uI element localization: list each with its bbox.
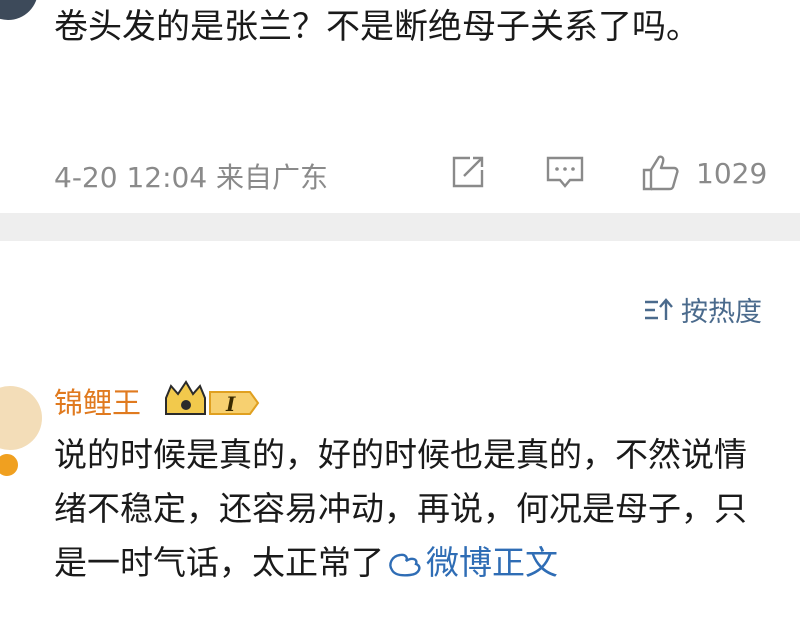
sort-by-hot-button[interactable]: 按热度 — [643, 290, 762, 329]
sort-label: 按热度 — [681, 297, 762, 328]
like-count: 1029 — [696, 156, 768, 190]
comment-button[interactable] — [544, 152, 586, 192]
post-meta: 4-20 12:04 来自广东 — [54, 161, 329, 194]
share-icon — [452, 156, 484, 188]
comment-username[interactable]: 锦鲤王 — [54, 380, 141, 422]
verified-badge-icon — [0, 452, 20, 478]
like-icon — [642, 155, 679, 191]
section-divider — [0, 213, 800, 241]
post-avatar[interactable] — [0, 0, 38, 20]
sort-icon — [645, 297, 673, 320]
share-button[interactable] — [448, 152, 488, 192]
post-text: 卷头发的是张兰？不是断绝母子关系了吗。 — [54, 7, 700, 47]
post-meta-row: 4-20 12:04 来自广东 1029 — [54, 152, 774, 196]
fan-badge: I — [162, 378, 262, 424]
comment-icon — [546, 156, 584, 188]
comment-avatar[interactable] — [0, 386, 42, 450]
like-button[interactable]: 1029 — [640, 152, 767, 194]
weibo-link-icon — [389, 553, 421, 577]
comment-body: 说的时候是真的，好的时候也是真的，不然说情绪不稳定，还容易冲动，再说，何况是母子… — [54, 428, 774, 590]
weibo-link-label[interactable]: 微博正文 — [426, 543, 558, 582]
weibo-link[interactable]: 微博正文 — [384, 543, 558, 582]
badge-level: I — [225, 392, 236, 416]
